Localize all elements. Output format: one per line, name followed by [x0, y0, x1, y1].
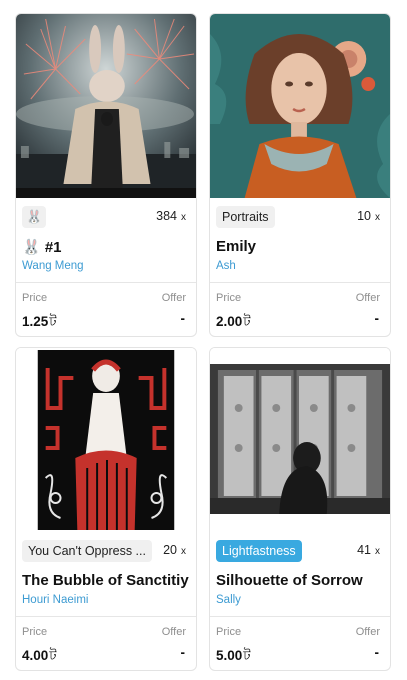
divider — [210, 282, 390, 283]
collection-tag[interactable]: Portraits — [216, 206, 275, 228]
artwork-image[interactable] — [210, 348, 390, 532]
price-value: 4.00ট — [22, 645, 57, 668]
edition-count-suffix: x — [181, 212, 186, 223]
currency-symbol: ট — [243, 314, 251, 329]
price-label: Price — [22, 292, 48, 304]
artwork-title[interactable]: Emily — [216, 238, 256, 255]
collection-tag[interactable]: Lightfastness — [216, 540, 302, 562]
price-amount: 4.00 — [22, 648, 49, 663]
artist-link[interactable]: Sally — [216, 594, 241, 606]
price-value: 2.00ট — [216, 311, 251, 334]
artwork-image[interactable] — [16, 14, 196, 198]
offer-label: Offer — [161, 292, 186, 304]
edition-count: 384 x — [156, 209, 186, 223]
artist-link[interactable]: Houri Naeimi — [22, 594, 88, 606]
artist-link[interactable]: Ash — [216, 260, 236, 272]
collection-tag[interactable]: 🐰 — [22, 206, 47, 228]
artist-link[interactable]: Wang Meng — [22, 260, 84, 272]
nft-card[interactable]: You Can't Oppress ... 20 x The Bubble of … — [15, 347, 197, 671]
divider — [210, 616, 390, 617]
artwork-title[interactable]: 🐰 #1 — [22, 238, 62, 256]
price-amount: 5.00 — [216, 648, 243, 663]
divider — [16, 616, 196, 617]
currency-symbol: ট — [49, 314, 57, 329]
nft-card[interactable]: Lightfastness 41 x Silhouette of Sorrow S… — [209, 347, 391, 671]
artwork-title[interactable]: Silhouette of Sorrow — [216, 572, 363, 589]
edition-count-suffix: x — [375, 212, 380, 223]
offer-value: - — [180, 645, 186, 660]
offer-label: Offer — [355, 626, 380, 638]
price-label: Price — [216, 292, 242, 304]
edition-count-value: 41 — [357, 543, 371, 557]
artwork-image[interactable] — [16, 348, 196, 532]
edition-count-suffix: x — [181, 546, 186, 557]
edition-count: 20 x — [163, 543, 186, 557]
offer-value: - — [374, 311, 380, 326]
edition-count: 41 x — [357, 543, 380, 557]
price-amount: 2.00 — [216, 314, 243, 329]
offer-value: - — [180, 311, 186, 326]
price-value: 5.00ট — [216, 645, 251, 668]
edition-count-value: 10 — [357, 209, 371, 223]
offer-label: Offer — [161, 626, 186, 638]
edition-count: 10 x — [357, 209, 380, 223]
artwork-image[interactable] — [210, 14, 390, 198]
divider — [16, 282, 196, 283]
edition-count-value: 384 — [156, 209, 177, 223]
price-label: Price — [22, 626, 48, 638]
currency-symbol: ট — [49, 648, 57, 663]
collection-tag[interactable]: You Can't Oppress ... — [22, 540, 152, 562]
price-value: 1.25ট — [22, 311, 57, 334]
nft-card[interactable]: 🐰 384 x 🐰 #1 Wang Meng Price Offer 1.25ট … — [15, 13, 197, 337]
price-label: Price — [216, 626, 242, 638]
edition-count-value: 20 — [163, 543, 177, 557]
edition-count-suffix: x — [375, 546, 380, 557]
price-amount: 1.25 — [22, 314, 49, 329]
nft-card[interactable]: Portraits 10 x Emily Ash Price Offer 2.00… — [209, 13, 391, 337]
artwork-title[interactable]: The Bubble of Sanctitiy — [22, 572, 189, 589]
offer-label: Offer — [355, 292, 380, 304]
currency-symbol: ট — [243, 648, 251, 663]
offer-value: - — [374, 645, 380, 660]
